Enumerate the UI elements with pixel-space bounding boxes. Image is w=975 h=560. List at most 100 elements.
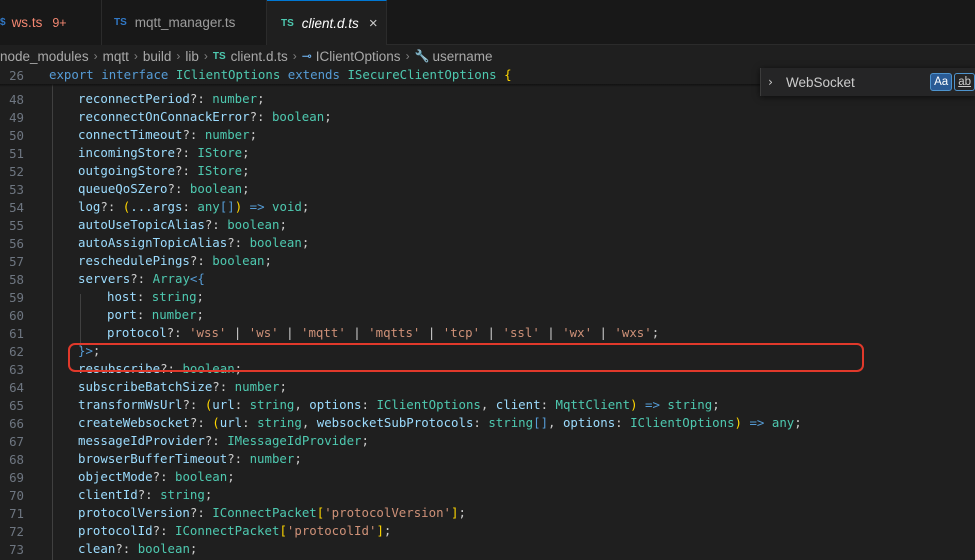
tab-label: mqtt_manager.ts xyxy=(134,15,236,30)
chevron-right-icon: › xyxy=(292,49,297,63)
code-line[interactable]: 52 outgoingStore?: IStore; xyxy=(0,162,975,180)
code-text: protocolVersion?: IConnectPacket['protoc… xyxy=(78,505,466,520)
code-line[interactable]: 55 autoUseTopicAlias?: boolean; xyxy=(0,216,975,234)
code-line[interactable]: 65 transformWsUrl?: (url: string, option… xyxy=(0,396,975,414)
code-text: reconnectPeriod?: number; xyxy=(78,91,265,106)
code-line[interactable]: 60 port: number; xyxy=(0,306,975,324)
breadcrumb-item[interactable]: username xyxy=(433,49,493,64)
breadcrumb-item[interactable]: lib xyxy=(185,49,199,64)
typescript-file-icon: TS xyxy=(114,17,127,28)
code-line[interactable]: 53 queueQoSZero?: boolean; xyxy=(0,180,975,198)
line-number: 64 xyxy=(9,379,24,395)
close-icon[interactable]: × xyxy=(369,15,378,32)
code-text: incomingStore?: IStore; xyxy=(78,145,250,160)
chevron-right-icon: › xyxy=(203,49,208,63)
line-number: 53 xyxy=(9,181,24,197)
tab-label: client.d.ts xyxy=(301,15,359,31)
line-number: 71 xyxy=(9,505,24,521)
match-case-toggle[interactable]: Aa xyxy=(930,73,953,91)
code-line[interactable]: 73 clean?: boolean; xyxy=(0,540,975,558)
chevron-right-icon: › xyxy=(405,49,410,63)
code-line[interactable]: 51 incomingStore?: IStore; xyxy=(0,144,975,162)
breadcrumb: node_modules › mqtt › build › lib › TS c… xyxy=(0,45,975,67)
tab-ws-ts[interactable]: $ ws.ts 9+ xyxy=(0,0,102,45)
line-number: 59 xyxy=(9,289,24,305)
tab-label: ws.ts xyxy=(11,15,43,30)
line-number: 65 xyxy=(9,397,24,413)
code-text: export interface IClientOptions extends … xyxy=(49,67,512,82)
code-text: clean?: boolean; xyxy=(78,541,198,556)
line-number: 60 xyxy=(9,307,24,323)
code-text: createWebsocket?: (url: string, websocke… xyxy=(78,414,802,432)
interface-icon: ⊸ xyxy=(301,49,312,63)
editor-tab-bar: $ ws.ts 9+ TS mqtt_manager.ts TS client.… xyxy=(0,0,975,45)
typescript-file-icon: TS xyxy=(212,50,226,62)
line-number: 54 xyxy=(9,199,24,215)
line-number: 70 xyxy=(9,487,24,503)
code-text: autoUseTopicAlias?: boolean; xyxy=(78,217,287,232)
breadcrumb-item[interactable]: IClientOptions xyxy=(316,49,401,64)
line-number: 72 xyxy=(9,523,24,539)
whole-word-toggle[interactable]: ab xyxy=(954,73,975,91)
line-number: 49 xyxy=(9,109,24,125)
code-text: queueQoSZero?: boolean; xyxy=(78,181,250,196)
code-editor[interactable]: 26 export interface IClientOptions exten… xyxy=(0,66,975,560)
code-text: subscribeBatchSize?: number; xyxy=(78,379,287,394)
tab-mqtt-manager[interactable]: TS mqtt_manager.ts xyxy=(102,0,267,45)
code-line[interactable]: 71 protocolVersion?: IConnectPacket['pro… xyxy=(0,504,975,522)
code-text: host: string; xyxy=(107,289,204,304)
chevron-right-icon[interactable]: › xyxy=(761,68,780,96)
code-line[interactable]: 64 subscribeBatchSize?: number; xyxy=(0,378,975,396)
code-text: connectTimeout?: number; xyxy=(78,127,258,142)
line-number: 48 xyxy=(9,91,24,107)
code-line[interactable]: 59 host: string; xyxy=(0,288,975,306)
line-number: 52 xyxy=(9,163,24,179)
code-line[interactable]: 56 autoAssignTopicAlias?: boolean; xyxy=(0,234,975,252)
code-text: messageIdProvider?: IMessageIdProvider; xyxy=(78,433,369,448)
code-line-highlighted[interactable]: 66 createWebsocket?: (url: string, webso… xyxy=(0,414,975,432)
line-number: 62 xyxy=(9,343,24,359)
code-text: reconnectOnConnackError?: boolean; xyxy=(78,109,332,124)
code-text: servers?: Array<{ xyxy=(78,271,205,286)
code-line[interactable]: 49 reconnectOnConnackError?: boolean; xyxy=(0,108,975,126)
code-line[interactable]: 70 clientId?: string; xyxy=(0,486,975,504)
code-line[interactable]: 68 browserBufferTimeout?: number; xyxy=(0,450,975,468)
breadcrumb-item[interactable]: client.d.ts xyxy=(231,49,288,64)
line-number: 69 xyxy=(9,469,24,485)
line-number: 56 xyxy=(9,235,24,251)
breadcrumb-item[interactable]: mqtt xyxy=(103,49,129,64)
line-number: 66 xyxy=(9,415,24,431)
code-text: clientId?: string; xyxy=(78,487,213,502)
wrench-icon: 🔧 xyxy=(414,49,430,63)
breadcrumb-item[interactable]: node_modules xyxy=(0,49,89,64)
code-line[interactable]: 67 messageIdProvider?: IMessageIdProvide… xyxy=(0,432,975,450)
code-line[interactable]: 54 log?: (...args: any[]) => void; xyxy=(0,198,975,216)
line-number: 68 xyxy=(9,451,24,467)
line-number: 50 xyxy=(9,127,24,143)
code-line[interactable]: 57 reschedulePings?: boolean; xyxy=(0,252,975,270)
line-number: 67 xyxy=(9,433,24,449)
typescript-file-icon: TS xyxy=(281,17,294,29)
code-text: protocol?: 'wss' | 'ws' | 'mqtt' | 'mqtt… xyxy=(107,325,660,340)
find-widget: › WebSocket Aa ab xyxy=(760,68,975,96)
code-text: autoAssignTopicAlias?: boolean; xyxy=(78,235,310,250)
code-text: transformWsUrl?: (url: string, options: … xyxy=(78,397,720,412)
code-line[interactable]: 72 protocolId?: IConnectPacket['protocol… xyxy=(0,522,975,540)
code-text: outgoingStore?: IStore; xyxy=(78,163,250,178)
find-input[interactable]: WebSocket xyxy=(786,71,928,93)
annotation-highlight-box xyxy=(68,343,864,372)
code-text: log?: (...args: any[]) => void; xyxy=(78,199,310,214)
code-text: reschedulePings?: boolean; xyxy=(78,253,272,268)
chevron-right-icon: › xyxy=(93,49,98,63)
line-number: 58 xyxy=(9,271,24,287)
code-line[interactable]: 50 connectTimeout?: number; xyxy=(0,126,975,144)
chevron-right-icon: › xyxy=(176,49,181,63)
breadcrumb-item[interactable]: build xyxy=(143,49,172,64)
code-line[interactable]: 69 objectMode?: boolean; xyxy=(0,468,975,486)
code-line[interactable]: 58 servers?: Array<{ xyxy=(0,270,975,288)
tab-client-d-ts[interactable]: TS client.d.ts × xyxy=(267,0,387,45)
code-text: port: number; xyxy=(107,307,204,322)
code-text: objectMode?: boolean; xyxy=(78,469,235,484)
line-number: 63 xyxy=(9,361,24,377)
code-line[interactable]: 61 protocol?: 'wss' | 'ws' | 'mqtt' | 'm… xyxy=(0,324,975,342)
